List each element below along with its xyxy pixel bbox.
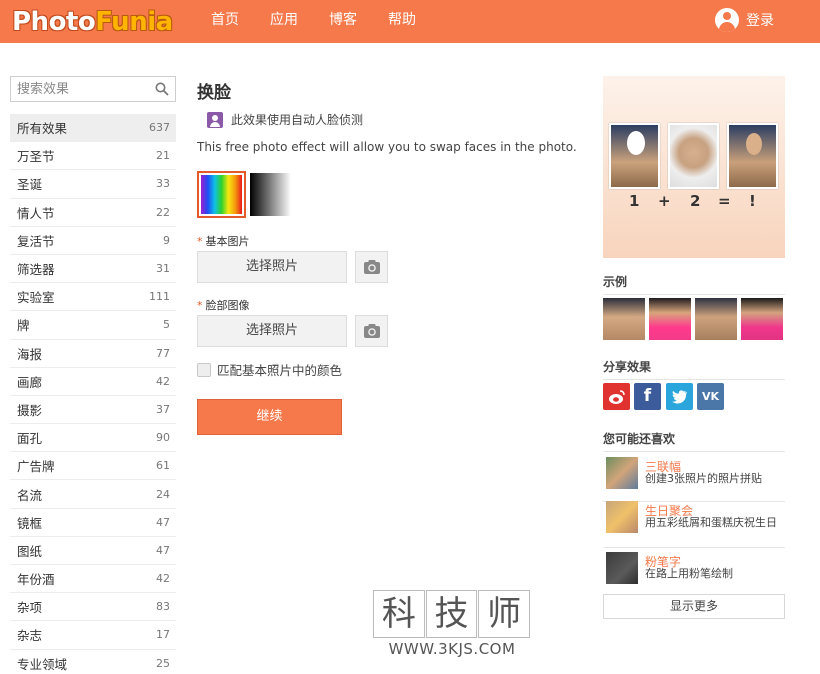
watermark-url: WWW.3KJS.COM — [388, 640, 516, 658]
camera-icon — [364, 260, 380, 274]
category-item[interactable]: 专业领域 25 — [10, 650, 176, 674]
category-item[interactable]: 画廊 42 — [10, 368, 176, 396]
category-item[interactable]: 年份酒 42 — [10, 565, 176, 594]
choose-base-photo-button[interactable]: 选择照片 — [197, 251, 347, 283]
category-item[interactable]: 摄影 37 — [10, 396, 176, 425]
continue-button[interactable]: 继续 — [197, 399, 342, 435]
category-item[interactable]: 广告牌 61 — [10, 452, 176, 481]
vk-share-button[interactable]: VK — [697, 383, 724, 410]
watermark-logo: 科 技 师 — [373, 590, 531, 638]
suggested-effect-thumbnail — [606, 457, 638, 489]
category-item-all[interactable]: 所有效果 637 — [10, 114, 176, 143]
match-color-label: 匹配基本照片中的颜色 — [217, 363, 343, 378]
weibo-icon — [608, 390, 625, 404]
category-item[interactable]: 图纸 47 — [10, 537, 176, 565]
suggested-effect-desc: 在路上用粉笔绘制 — [645, 567, 733, 580]
category-item[interactable]: 名流 24 — [10, 480, 176, 509]
login-label: 登录 — [746, 13, 774, 29]
example-thumbnail[interactable] — [603, 298, 645, 340]
facebook-icon: f — [643, 386, 652, 406]
suggested-effect-thumbnail — [606, 552, 638, 584]
preview-face-photo — [668, 123, 719, 189]
search-input[interactable] — [11, 77, 149, 101]
suggested-effect[interactable]: 三联幅 创建3张照片的照片拼贴 — [603, 454, 785, 502]
examples-title: 示例 — [603, 273, 785, 295]
category-item[interactable]: 万圣节 21 — [10, 142, 176, 171]
category-item[interactable]: 杂项 83 — [10, 593, 176, 622]
category-item[interactable]: 情人节 22 — [10, 199, 176, 227]
nav-blog[interactable]: 博客 — [329, 0, 357, 43]
search-icon[interactable] — [155, 82, 169, 96]
preview-result-photo — [727, 123, 778, 189]
nav-help[interactable]: 帮助 — [388, 0, 416, 43]
category-item[interactable]: 海报 77 — [10, 340, 176, 368]
example-thumbnail[interactable] — [649, 298, 691, 340]
category-item[interactable]: 杂志 17 — [10, 621, 176, 650]
base-image-label: * 基本图片 — [197, 235, 250, 248]
vk-icon: VK — [701, 390, 720, 403]
weibo-share-button[interactable] — [603, 383, 630, 410]
color-filter-option[interactable] — [197, 171, 246, 218]
base-camera-button[interactable] — [355, 251, 388, 283]
category-item[interactable]: 圣诞 33 — [10, 170, 176, 199]
face-camera-button[interactable] — [355, 315, 388, 347]
main-nav: 首页 应用 博客 帮助 — [211, 0, 447, 43]
match-color-checkbox[interactable] — [197, 362, 211, 377]
category-item[interactable]: 镜框 47 — [10, 509, 176, 537]
category-item[interactable]: 面孔 90 — [10, 424, 176, 453]
show-more-button[interactable]: 显示更多 — [603, 594, 785, 619]
share-title: 分享效果 — [603, 358, 785, 380]
user-icon — [715, 8, 739, 32]
suggested-effect-desc: 创建3张照片的照片拼贴 — [645, 472, 762, 485]
twitter-share-button[interactable] — [666, 383, 693, 410]
match-color-option[interactable]: 匹配基本照片中的颜色 — [197, 360, 342, 379]
facebook-share-button[interactable]: f — [634, 383, 661, 410]
face-detection-note: 此效果使用自动人脸侦测 — [207, 111, 363, 128]
category-item[interactable]: 牌5 — [10, 311, 176, 340]
twitter-icon — [671, 390, 687, 404]
preview-base-photo — [609, 123, 660, 189]
page-title: 换脸 — [197, 83, 231, 103]
login-button[interactable]: 登录 — [715, 8, 774, 32]
effect-description: This free photo effect will allow you to… — [197, 140, 577, 154]
nav-apps[interactable]: 应用 — [270, 0, 298, 43]
face-detection-icon — [207, 111, 223, 128]
category-item[interactable]: 实验室 111 — [10, 283, 176, 312]
you-may-like-title: 您可能还喜欢 — [603, 430, 785, 452]
category-item[interactable]: 复活节 9 — [10, 227, 176, 255]
category-list: 所有效果 637 万圣节 21 圣诞 33 情人节 22 复活节 9 筛选器 31 实验室 1… — [10, 114, 176, 674]
face-detection-text: 此效果使用自动人脸侦测 — [231, 113, 364, 127]
suggested-effect[interactable]: 粉笔字 在路上用粉笔绘制 — [603, 549, 785, 589]
example-thumbnail[interactable] — [695, 298, 737, 340]
search-box — [10, 76, 176, 102]
suggested-effect[interactable]: 生日聚会 用五彩纸屑和蛋糕庆祝生日 — [603, 498, 785, 548]
top-header: PhotoFunia 首页 应用 博客 帮助 登录 — [0, 0, 820, 43]
photofunia-logo[interactable]: PhotoFunia — [12, 5, 173, 39]
choose-face-photo-button[interactable]: 选择照片 — [197, 315, 347, 347]
camera-icon — [364, 324, 380, 338]
suggested-effect-thumbnail — [606, 501, 638, 533]
nav-home[interactable]: 首页 — [211, 0, 239, 43]
suggested-effect-desc: 用五彩纸屑和蛋糕庆祝生日 — [645, 516, 777, 529]
face-image-label: * 脸部图像 — [197, 299, 250, 312]
category-item[interactable]: 筛选器 31 — [10, 255, 176, 284]
effect-preview-image: 1 + 2 = ! — [603, 76, 785, 258]
grayscale-filter-option[interactable] — [250, 173, 291, 216]
example-thumbnail[interactable] — [741, 298, 783, 340]
